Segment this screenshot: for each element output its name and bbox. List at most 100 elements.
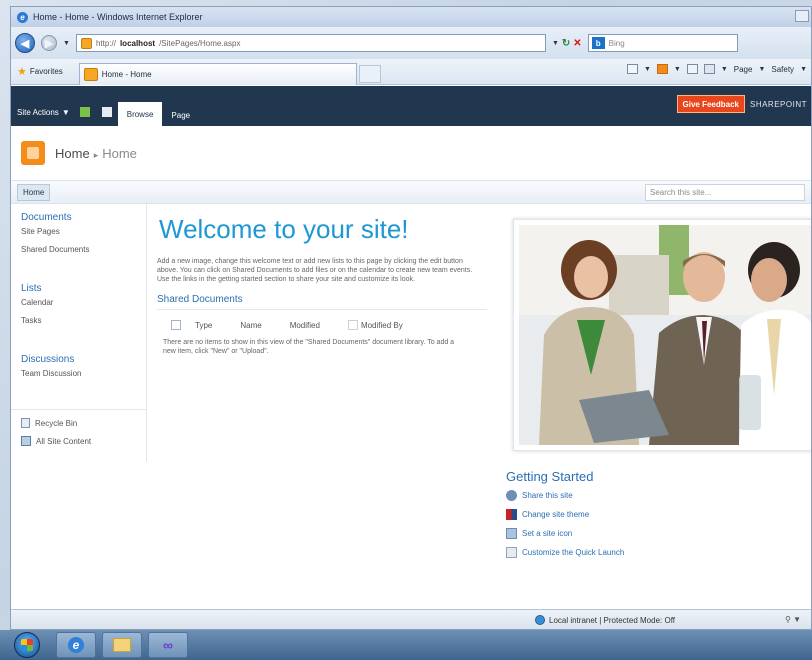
ql-item-team-discussion[interactable]: Team Discussion <box>21 369 146 378</box>
team-photo <box>519 225 811 445</box>
safety-dropdown-icon[interactable]: ▼ <box>800 66 807 73</box>
taskbar-explorer-button[interactable] <box>102 632 142 658</box>
all-content-icon <box>21 436 31 446</box>
set-site-icon-label: Set a site icon <box>522 529 573 538</box>
sharepoint-brand: SHAREPOINT <box>749 100 807 109</box>
ie-taskbar-icon: e <box>68 637 84 653</box>
change-theme-label: Change site theme <box>522 510 590 519</box>
tab-browse[interactable]: Browse <box>117 102 163 126</box>
feeds-dropdown-icon[interactable]: ▼ <box>674 66 681 73</box>
favorites-label: Favorites <box>29 67 63 76</box>
column-name[interactable]: Name <box>240 321 261 330</box>
safety-menu[interactable]: Safety <box>771 65 794 74</box>
taskbar-visual-studio-button[interactable]: ∞ <box>148 632 188 658</box>
breadcrumb-separator: ▸ <box>93 149 99 160</box>
ql-item-calendar[interactable]: Calendar <box>21 298 146 307</box>
address-bar: ◀ ▶ ▼ http://localhost/SitePages/Home.as… <box>11 27 811 59</box>
forward-button[interactable]: ▶ <box>41 35 57 51</box>
feeds-icon[interactable] <box>656 64 668 74</box>
customize-quick-launch-link[interactable]: Customize the Quick Launch <box>506 547 624 558</box>
nav-home-link[interactable]: Home <box>17 183 51 201</box>
zoom-icon: ⚲ ▼ <box>785 615 801 624</box>
site-actions-dropdown-icon: ▼ <box>61 107 70 117</box>
history-dropdown-icon[interactable]: ▼ <box>63 40 70 47</box>
url-tools: ▼ ↻ ✕ <box>552 38 582 49</box>
set-site-icon-link[interactable]: Set a site icon <box>506 528 624 539</box>
print-dropdown-icon[interactable]: ▼ <box>721 66 728 73</box>
minimize-button[interactable] <box>795 10 809 22</box>
security-zone[interactable]: Local intranet | Protected Mode: Off <box>535 615 675 625</box>
site-icon-icon <box>506 528 517 539</box>
folder-icon <box>113 638 131 652</box>
start-button[interactable] <box>14 632 40 658</box>
quick-launch-footer: Recycle Bin All Site Content <box>11 409 147 454</box>
mail-icon[interactable] <box>686 64 698 74</box>
url-field[interactable]: http://localhost/SitePages/Home.aspx <box>75 34 546 52</box>
stop-icon[interactable]: ✕ <box>573 38 581 49</box>
page-dropdown-icon[interactable]: ▼ <box>758 66 765 73</box>
favorites-button[interactable]: ★ Favorites <box>17 65 63 78</box>
navigate-up-icon[interactable] <box>79 107 90 117</box>
url-prefix: http:// <box>95 38 116 48</box>
recycle-bin-icon <box>21 418 30 428</box>
site-actions-menu[interactable]: Site Actions ▼ <box>13 98 74 126</box>
recycle-bin-link[interactable]: Recycle Bin <box>21 418 147 428</box>
column-modified[interactable]: Modified <box>290 321 320 330</box>
theme-icon <box>506 509 517 520</box>
status-bar: Local intranet | Protected Mode: Off ⚲ ▼ <box>11 609 811 629</box>
taskbar-ie-button[interactable]: e <box>56 632 96 658</box>
site-search-placeholder: Search this site... <box>650 188 712 197</box>
all-site-content-link[interactable]: All Site Content <box>21 436 147 446</box>
column-modified-by[interactable]: Modified By <box>348 320 403 330</box>
breadcrumb: Home ▸ Home <box>55 146 137 161</box>
breadcrumb-site[interactable]: Home <box>55 146 90 161</box>
site-logo-icon[interactable] <box>21 141 45 165</box>
recycle-bin-label: Recycle Bin <box>35 418 78 428</box>
edit-page-icon[interactable] <box>101 107 112 117</box>
new-tab-button[interactable] <box>358 64 381 83</box>
zoom-control[interactable]: ⚲ ▼ <box>785 615 801 624</box>
url-dropdown-icon[interactable]: ▼ <box>552 40 559 47</box>
breadcrumb-page: Home <box>102 145 137 161</box>
home-dropdown-icon[interactable]: ▼ <box>644 66 651 73</box>
ql-heading-discussions[interactable]: Discussions <box>21 354 146 365</box>
command-bar: ▼ ▼ ▼ Page ▼ Safety ▼ <box>626 64 807 74</box>
sharepoint-ribbon: Site Actions ▼ Browse Page Give Feedback… <box>11 86 811 126</box>
ql-item-site-pages[interactable]: Site Pages <box>21 227 146 236</box>
change-theme-link[interactable]: Change site theme <box>506 509 624 520</box>
select-all-checkbox[interactable] <box>171 320 181 330</box>
top-navigation: Home Search this site... <box>11 180 811 204</box>
browser-window: e Home - Home - Windows Internet Explore… <box>10 6 812 630</box>
welcome-heading: Welcome to your site! <box>159 214 409 244</box>
browser-tab[interactable]: Home - Home <box>78 62 357 85</box>
back-button[interactable]: ◀ <box>15 33 35 53</box>
column-type[interactable]: Type <box>195 321 212 330</box>
getting-started: Getting Started Share this site Change s… <box>506 469 624 566</box>
refresh-icon[interactable]: ↻ <box>562 38 570 49</box>
ql-heading-documents[interactable]: Documents <box>21 212 146 223</box>
search-placeholder: Bing <box>608 38 625 48</box>
star-icon: ★ <box>17 66 27 78</box>
all-site-content-label: All Site Content <box>36 436 92 446</box>
url-host: localhost <box>119 38 156 48</box>
windows-logo-icon <box>21 639 33 651</box>
tab-page[interactable]: Page <box>162 104 199 126</box>
favorites-bar: ★ Favorites Home - Home ▼ ▼ ▼ Page ▼ Saf… <box>11 59 811 85</box>
title-bar: e Home - Home - Windows Internet Explore… <box>11 7 811 27</box>
ql-item-tasks[interactable]: Tasks <box>21 316 146 325</box>
window-title: Home - Home - Windows Internet Explorer <box>33 12 203 22</box>
empty-library-message: There are no items to show in this view … <box>163 339 455 355</box>
home-icon[interactable] <box>626 64 638 74</box>
taskbar: e ∞ <box>0 630 812 660</box>
page-menu[interactable]: Page <box>734 65 753 74</box>
ql-heading-lists[interactable]: Lists <box>21 283 146 294</box>
site-search-input[interactable]: Search this site... <box>645 184 805 201</box>
ql-item-shared-documents[interactable]: Shared Documents <box>21 245 146 254</box>
print-icon[interactable] <box>703 64 715 74</box>
intranet-globe-icon <box>535 615 545 625</box>
security-zone-label: Local intranet | Protected Mode: Off <box>549 615 675 625</box>
give-feedback-button[interactable]: Give Feedback <box>676 95 745 113</box>
bing-search-input[interactable]: b Bing <box>587 34 738 52</box>
shared-documents-title[interactable]: Shared Documents <box>157 294 487 310</box>
share-site-link[interactable]: Share this site <box>506 490 624 501</box>
